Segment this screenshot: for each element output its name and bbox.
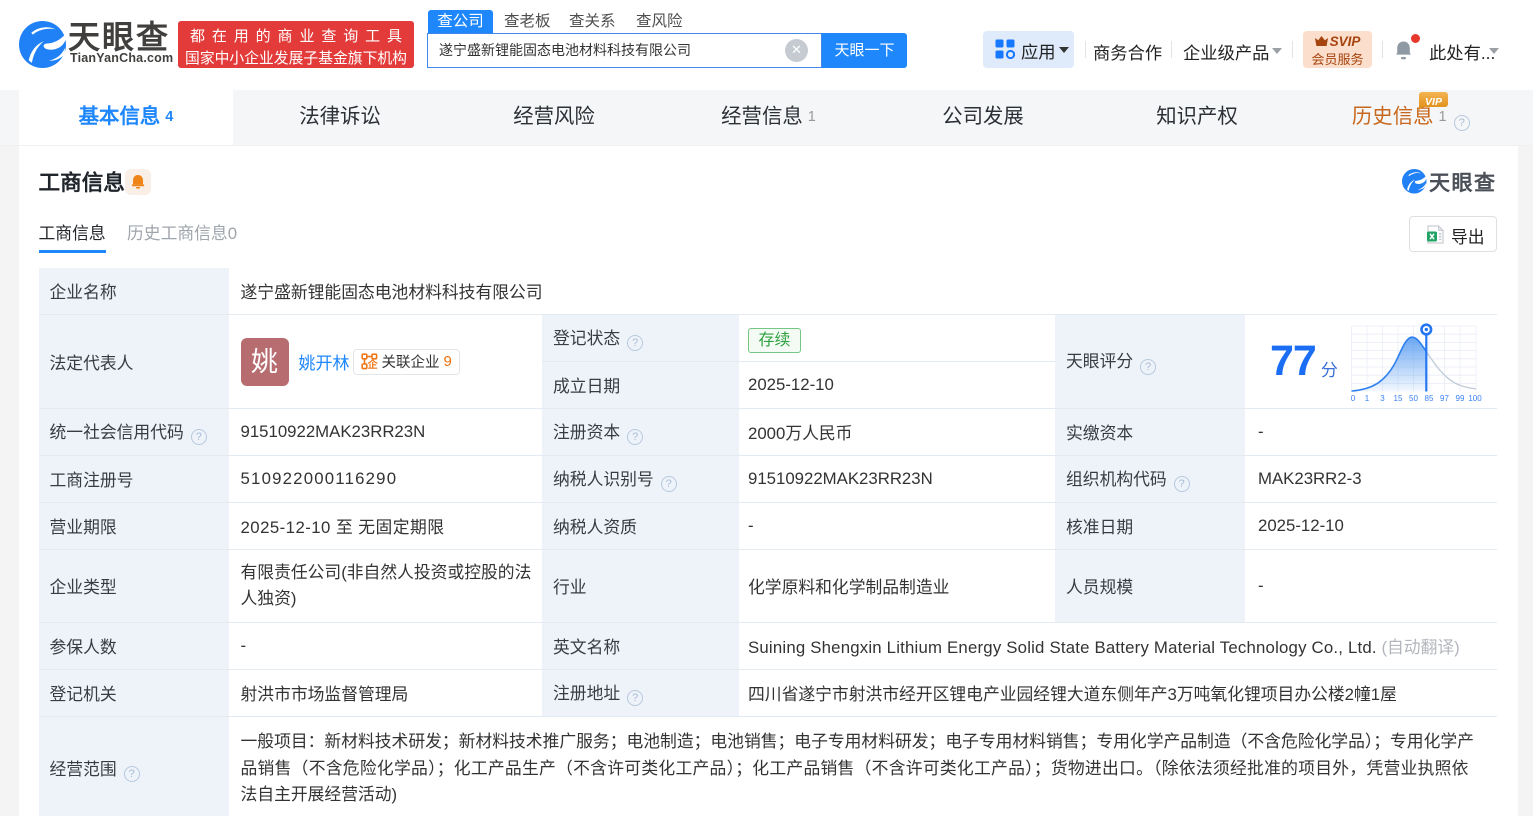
svg-text:85: 85 bbox=[1424, 394, 1433, 403]
svg-text:3: 3 bbox=[1380, 394, 1385, 403]
svg-text:0: 0 bbox=[1351, 394, 1356, 403]
svg-text:99: 99 bbox=[1455, 394, 1464, 403]
svg-text:97: 97 bbox=[1440, 394, 1449, 403]
svg-text:15: 15 bbox=[1393, 394, 1402, 403]
svg-text:100: 100 bbox=[1468, 394, 1482, 403]
svg-text:企: 企 bbox=[366, 358, 377, 370]
svg-text:50: 50 bbox=[1409, 394, 1418, 403]
svg-text:1: 1 bbox=[1365, 394, 1370, 403]
